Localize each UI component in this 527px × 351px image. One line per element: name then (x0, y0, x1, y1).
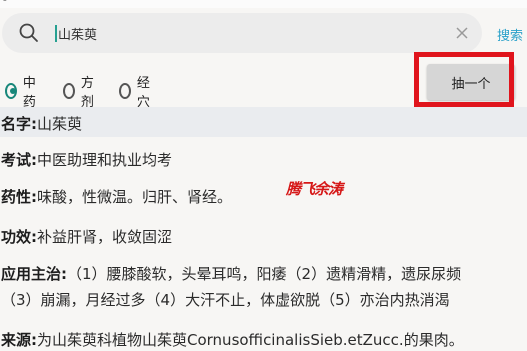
field-label: 名字: (1, 115, 37, 133)
field-indications-continued: （3）崩漏，月经过多（4）大汗不止，体虚欲脱（5）亦治内热消渴 (1, 289, 450, 310)
field-value: 味酸，性微温。归肝、肾经。 (37, 188, 233, 206)
search-bar[interactable] (2, 13, 482, 53)
field-value: （3）崩漏，月经过多（4）大汗不止，体虚欲脱（5）亦治内热消渴 (1, 291, 450, 309)
field-property: 药性:味酸，性微温。归肝、肾经。 (1, 186, 232, 207)
status-strip: 0 (0, 0, 527, 8)
field-exam: 考试:中医助理和执业均考 (1, 149, 172, 170)
search-icon (19, 23, 38, 42)
radio-unchecked-icon (63, 83, 75, 99)
field-effect: 功效:补益肝肾，收敛固涩 (1, 226, 172, 247)
radio-acupoint[interactable]: 经穴 (119, 72, 154, 110)
radio-checked-icon (5, 83, 17, 99)
radio-label: 方剂 (80, 76, 94, 110)
field-value: 山茱萸 (37, 115, 83, 133)
field-source: 来源:为山茱萸科植物山茱萸CornusofficinalisSieb.etZuc… (1, 329, 464, 350)
field-value: 补益肝肾，收敛固涩 (37, 228, 173, 246)
watermark: 腾飞余涛 (286, 180, 343, 198)
field-indications: 应用主治:（1）腰膝酸软，头晕耳鸣，阳痿（2）遗精滑精，遗尿尿频 (1, 263, 461, 284)
radio-label: 经穴 (136, 76, 150, 110)
field-label: 应用主治: (1, 265, 67, 283)
highlight-box (414, 52, 514, 107)
field-name: 名字:山茱萸 (1, 113, 82, 134)
field-label: 来源: (1, 331, 37, 349)
radio-label: 中药 (22, 76, 36, 110)
text-cursor (55, 25, 57, 42)
status-time: 0 (2, 0, 8, 4)
field-value: 中医助理和执业均考 (37, 151, 173, 169)
search-button[interactable]: 搜索 (497, 25, 523, 44)
radio-formula[interactable]: 方剂 (63, 72, 98, 110)
field-label: 药性: (1, 188, 37, 206)
radio-unchecked-icon (119, 83, 131, 99)
close-icon[interactable] (454, 25, 470, 41)
search-input[interactable] (54, 21, 448, 45)
field-value: 为山茱萸科植物山茱萸CornusofficinalisSieb.etZucc.的… (37, 331, 464, 349)
radio-herb[interactable]: 中药 (5, 72, 40, 110)
field-value: （1）腰膝酸软，头晕耳鸣，阳痿（2）遗精滑精，遗尿尿频 (67, 265, 462, 283)
field-label: 考试: (1, 151, 37, 169)
field-label: 功效: (1, 228, 37, 246)
